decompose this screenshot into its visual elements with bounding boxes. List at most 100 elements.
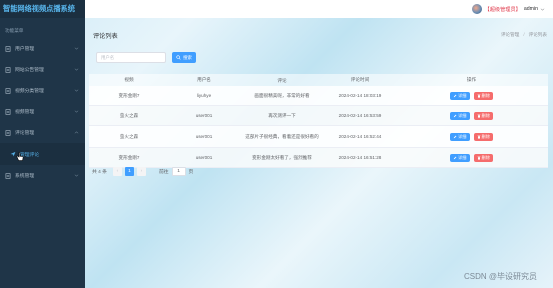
comments-table: 视频 用户名 评论 评论时间 操作 变形金刚7 liyuhye 画面很精美呢，非…	[89, 74, 548, 168]
sidebar-item-label: 评论管理	[15, 131, 35, 136]
column-header-video: 视频	[124, 77, 134, 82]
pagination-page-suffix: 页	[188, 170, 194, 175]
chevron-down-icon	[74, 88, 79, 93]
breadcrumb-parent[interactable]: 评论管理	[501, 32, 519, 37]
cell-actions: 详细 删除	[395, 132, 548, 141]
document-icon	[5, 66, 11, 73]
pagination-total: 共 4 条	[92, 170, 107, 175]
page-title: 评论列表	[93, 32, 118, 40]
delete-button[interactable]: 删除	[473, 153, 493, 162]
column-header-user: 用户名	[197, 77, 211, 82]
cell-actions: 详细 删除	[395, 111, 548, 120]
detail-button[interactable]: 详细	[450, 153, 470, 162]
sidebar-item-announcements[interactable]: 网站公告管理	[0, 59, 85, 80]
page-title-bar: 评论列表 评论管理 / 评论列表	[85, 25, 553, 45]
sidebar-item-label: 系统管理	[15, 174, 35, 179]
cell-comment: 变形金刚太好看了，强烈推荐	[252, 155, 312, 160]
cell-video: 变形金刚7	[118, 92, 140, 98]
column-header-time: 评论时间	[350, 77, 370, 82]
cell-time: 2024-02-14 16:53:59	[338, 113, 382, 118]
cell-video: 变形金刚7	[118, 154, 140, 160]
document-icon	[5, 129, 11, 136]
chevron-down-icon	[74, 46, 79, 51]
sidebar-item-label: 视频分类管理	[15, 89, 44, 94]
pagination: 共 4 条 ‹ 1 › 前往 1 页	[92, 167, 193, 176]
watermark: CSDN @毕设研究员	[463, 272, 537, 281]
cell-time: 2024-02-14 16:51:28	[338, 155, 382, 160]
cell-user: user001	[195, 134, 213, 139]
username[interactable]: admin	[524, 6, 538, 12]
document-icon	[5, 108, 11, 115]
nav-caption: 功能菜单	[5, 28, 24, 33]
breadcrumb: 评论管理 / 评论列表	[501, 32, 547, 38]
trash-icon	[477, 135, 481, 139]
sidebar-item-label: 网站公告管理	[15, 68, 44, 73]
delete-button[interactable]: 删除	[473, 132, 493, 141]
trash-icon	[477, 94, 481, 98]
breadcrumb-current: 评论列表	[528, 32, 547, 37]
cell-comment: 画面很精美呢，非常的好看	[254, 93, 310, 98]
detail-button[interactable]: 详细	[450, 132, 470, 141]
pagination-jump-label: 前往	[158, 170, 169, 175]
detail-button-label: 详细	[458, 112, 467, 118]
detail-button[interactable]: 详细	[450, 91, 470, 100]
search-button[interactable]: 搜索	[172, 52, 196, 63]
chevron-down-icon	[74, 173, 79, 178]
delete-button-label: 删除	[481, 154, 490, 160]
cell-user: user001	[195, 155, 213, 160]
cell-comment: 这部片子很经典，看着还是很好看的	[245, 134, 319, 139]
edit-icon	[453, 94, 457, 98]
sidebar-item-video-categories[interactable]: 视频分类管理	[0, 80, 85, 101]
cell-video: 萤火之森	[119, 133, 139, 139]
chevron-left-icon[interactable]: ‹	[112, 167, 122, 176]
table-row: 变形金刚7 liyuhye 画面很精美呢，非常的好看 2024-02-14 18…	[89, 86, 548, 106]
top-header: 【超级管理员】 admin	[85, 0, 553, 18]
table-row: 萤火之森 user001 这部片子很经典，看着还是很好看的 2024-02-14…	[89, 126, 548, 148]
delete-button[interactable]: 删除	[473, 91, 493, 100]
edit-icon	[453, 156, 457, 160]
delete-button-label: 删除	[481, 92, 490, 98]
column-header-actions: 操作	[466, 77, 477, 82]
delete-button-label: 删除	[481, 112, 490, 118]
sidebar-item-comments[interactable]: 评论管理	[0, 122, 85, 143]
document-icon	[5, 172, 11, 179]
sidebar-item-label: 用户管理	[15, 47, 35, 52]
detail-button-label: 详细	[458, 133, 467, 139]
cell-actions: 详细 删除	[395, 91, 548, 100]
cell-user: user001	[195, 113, 213, 118]
search-button-label: 搜索	[183, 54, 192, 60]
delete-button-label: 删除	[481, 133, 490, 139]
avatar[interactable]	[471, 4, 482, 14]
page-number-button[interactable]: 1	[124, 167, 134, 176]
document-icon	[5, 45, 11, 52]
sidebar-item-system[interactable]: 系统管理	[0, 165, 85, 186]
edit-icon	[453, 135, 457, 139]
table-row: 变形金刚7 user001 变形金刚太好看了，强烈推荐 2024-02-14 1…	[89, 148, 548, 168]
column-header-comment: 评论	[277, 77, 287, 83]
chevron-up-icon	[74, 130, 79, 135]
sidebar-subitem-manage-comments[interactable]: 管理评论	[0, 143, 85, 165]
sidebar-item-videos[interactable]: 视频管理	[0, 101, 85, 122]
chevron-down-icon[interactable]	[540, 7, 545, 12]
cell-user: liyuhye	[196, 93, 212, 98]
cell-actions: 详细 删除	[395, 153, 548, 162]
search-input[interactable]	[96, 52, 166, 63]
sidebar: 智能网络视频点播系统 功能菜单 用户管理 网站公告管理 视频分类管理 视频管理 …	[0, 0, 85, 288]
cell-time: 2024-02-14 18:03:19	[338, 93, 382, 98]
delete-button[interactable]: 删除	[473, 111, 493, 120]
detail-button[interactable]: 详细	[450, 111, 470, 120]
app-title: 智能网络视频点播系统	[0, 0, 85, 18]
detail-button-label: 详细	[458, 154, 467, 160]
sidebar-item-users[interactable]: 用户管理	[0, 38, 85, 59]
cell-video: 萤火之森	[119, 112, 139, 118]
user-role: 【超级管理员】	[484, 6, 521, 13]
trash-icon	[477, 156, 481, 160]
table-header: 视频 用户名 评论 评论时间 操作	[89, 74, 548, 86]
table-row: 萤火之森 user001 再次测评一下 2024-02-14 16:53:59 …	[89, 106, 548, 126]
page-jump-input[interactable]: 1	[171, 167, 186, 176]
cell-time: 2024-02-14 16:52:44	[338, 134, 382, 139]
chevron-right-icon[interactable]: ›	[136, 167, 146, 176]
document-icon	[5, 87, 11, 94]
search-icon	[176, 55, 181, 60]
detail-button-label: 详细	[458, 92, 467, 98]
